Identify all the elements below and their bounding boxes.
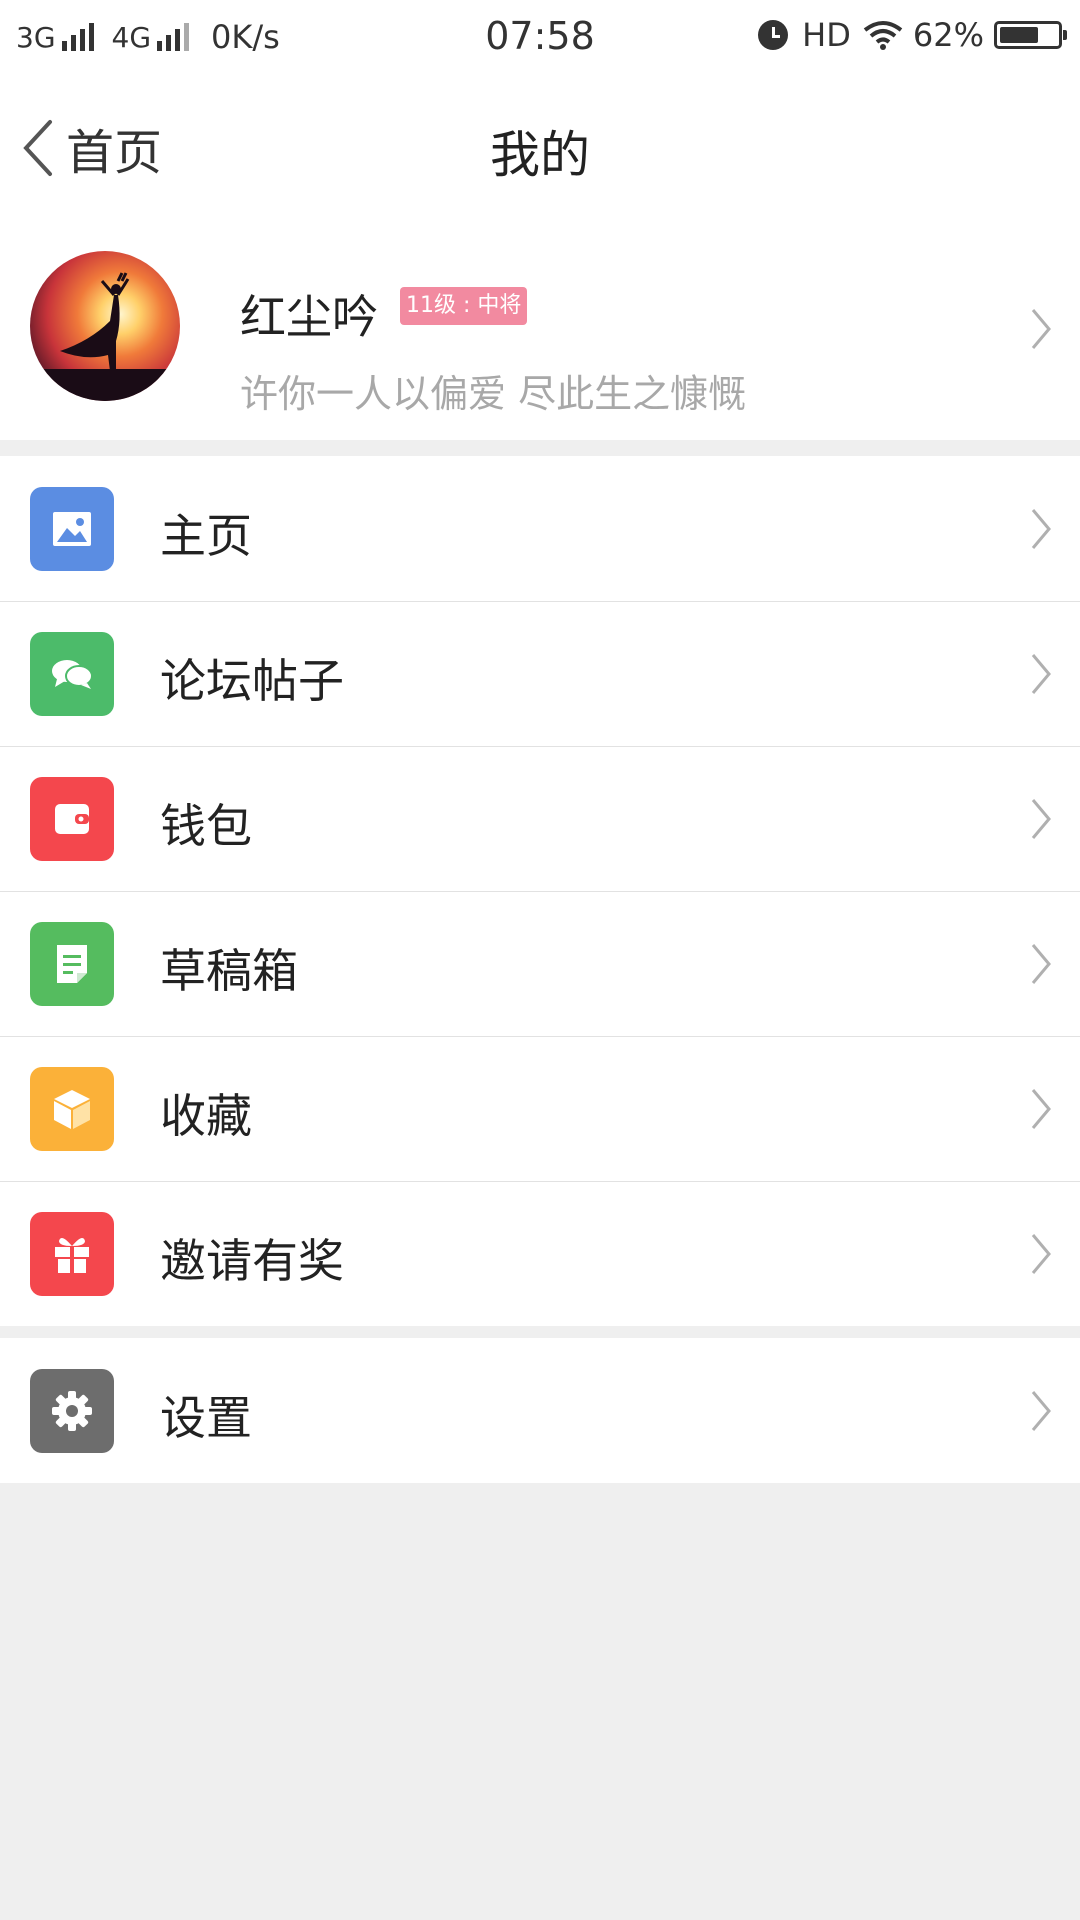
chevron-right-icon bbox=[1031, 509, 1051, 549]
image-icon bbox=[30, 487, 114, 571]
menu-item-label: 设置 bbox=[160, 1391, 252, 1445]
settings-group: 设置 bbox=[0, 1338, 1080, 1483]
chevron-right-icon bbox=[1031, 1391, 1051, 1431]
menu-item-label: 草稿箱 bbox=[160, 944, 298, 998]
gear-icon bbox=[30, 1369, 114, 1453]
chevron-right-icon bbox=[1031, 944, 1051, 984]
wallet-icon bbox=[30, 777, 114, 861]
menu-item-label: 邀请有奖 bbox=[160, 1234, 344, 1288]
menu-item-favorites[interactable]: 收藏 bbox=[0, 1036, 1080, 1181]
menu-item-homepage[interactable]: 主页 bbox=[0, 456, 1080, 601]
draft-note-icon bbox=[30, 922, 114, 1006]
level-badge: 11级 : 中将 bbox=[400, 287, 528, 325]
username: 红尘吟 bbox=[240, 290, 378, 344]
status-bar: 3G 4G 0K/s 07:58 HD 62% bbox=[0, 0, 1080, 75]
profile-card[interactable]: 红尘吟 11级 : 中将 许你一人以偏爱 尽此生之慷慨 bbox=[0, 215, 1080, 440]
dancer-silhouette-icon bbox=[30, 272, 180, 401]
battery-icon bbox=[994, 21, 1067, 49]
user-signature: 许你一人以偏爱 尽此生之慷慨 bbox=[240, 372, 747, 416]
menu-item-label: 钱包 bbox=[160, 799, 252, 853]
menu-group: 主页 论坛帖子 钱包 草稿箱 收藏 邀请有奖 bbox=[0, 456, 1080, 1326]
chat-bubbles-icon bbox=[30, 632, 114, 716]
alarm-icon bbox=[758, 20, 789, 50]
status-right: HD 62% bbox=[758, 16, 1067, 54]
menu-item-label: 论坛帖子 bbox=[160, 654, 344, 708]
menu-item-label: 主页 bbox=[160, 509, 252, 563]
chevron-right-icon bbox=[1031, 654, 1051, 694]
wifi-icon bbox=[863, 21, 903, 50]
chevron-right-icon bbox=[1031, 1089, 1051, 1129]
chevron-right-icon bbox=[1031, 1234, 1051, 1274]
page-title: 我的 bbox=[490, 126, 590, 184]
hd-label: HD bbox=[802, 16, 851, 54]
menu-item-forum-posts[interactable]: 论坛帖子 bbox=[0, 601, 1080, 746]
menu-item-label: 收藏 bbox=[160, 1089, 252, 1143]
menu-item-wallet[interactable]: 钱包 bbox=[0, 746, 1080, 891]
chevron-right-icon bbox=[1031, 309, 1051, 349]
avatar bbox=[30, 251, 180, 401]
nav-bar: 首页 我的 bbox=[0, 75, 1080, 215]
gift-icon bbox=[30, 1212, 114, 1296]
menu-item-invite-rewards[interactable]: 邀请有奖 bbox=[0, 1181, 1080, 1326]
box-icon bbox=[30, 1067, 114, 1151]
menu-item-drafts[interactable]: 草稿箱 bbox=[0, 891, 1080, 1036]
menu-item-settings[interactable]: 设置 bbox=[0, 1338, 1080, 1483]
battery-percent: 62% bbox=[912, 16, 984, 54]
chevron-right-icon bbox=[1031, 799, 1051, 839]
